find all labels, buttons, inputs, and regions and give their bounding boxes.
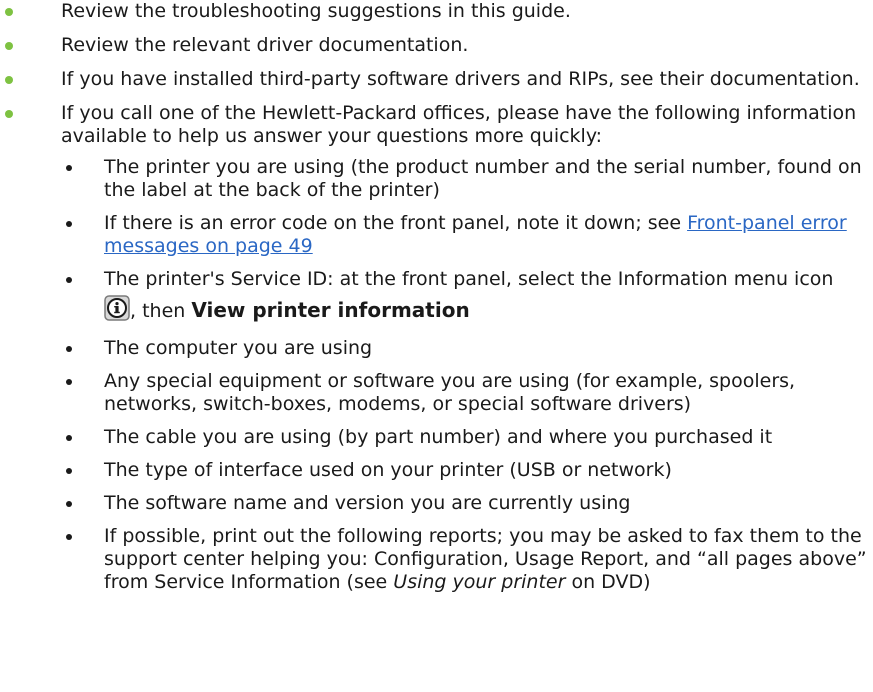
sub-list-item: Any special equipment or software you ar… (61, 370, 873, 416)
using-your-printer-reference: Using your printer (393, 571, 566, 593)
sub-list-item: The cable you are using (by part number)… (61, 426, 873, 449)
green-bullet-icon (5, 76, 13, 84)
green-bullet-icon (5, 42, 13, 50)
sub-list-item-text: on DVD) (565, 571, 651, 593)
sub-list-item: If there is an error code on the front p… (61, 212, 873, 258)
black-bullet-icon (66, 435, 72, 441)
list-item: If you call one of the Hewlett-Packard o… (0, 102, 873, 594)
sub-list-item-text: The type of interface used on your print… (104, 459, 672, 481)
sub-list-item: The printer you are using (the product n… (61, 156, 873, 202)
sub-list-item-text: The cable you are using (by part number)… (104, 426, 773, 448)
sub-list-item-text: , then (130, 300, 192, 322)
list-item: Review the troubleshooting suggestions i… (0, 0, 873, 23)
sub-list-item-text: The software name and version you are cu… (104, 492, 631, 514)
black-bullet-icon (66, 277, 72, 283)
sub-list-item-text: If there is an error code on the front p… (104, 212, 688, 234)
green-bullet-icon (5, 110, 13, 118)
black-bullet-icon (66, 379, 72, 385)
sub-list-item: The software name and version you are cu… (61, 492, 873, 515)
black-bullet-icon (66, 221, 72, 227)
information-menu-icon (104, 295, 130, 327)
black-bullet-icon (66, 468, 72, 474)
service-id-instruction-line: , then View printer information (104, 293, 873, 327)
sub-list-item-text: The computer you are using (104, 337, 373, 359)
view-printer-information-label: View printer information (191, 298, 470, 322)
black-bullet-icon (66, 346, 72, 352)
list-item: Review the relevant driver documentation… (0, 34, 873, 57)
green-bullet-icon (5, 8, 13, 16)
document-page: Review the troubleshooting suggestions i… (0, 0, 873, 605)
sub-list-item-text: Any special equipment or software you ar… (104, 370, 796, 415)
sub-list-item: The printer's Service ID: at the front p… (61, 268, 873, 327)
sub-list-item-text: The printer's Service ID: at the front p… (104, 268, 834, 290)
black-bullet-icon (66, 165, 72, 171)
hp-call-info-list: The printer you are using (the product n… (61, 156, 873, 594)
sub-list-item-text: The printer you are using (the product n… (104, 156, 862, 201)
list-item-text: If you have installed third-party softwa… (61, 68, 860, 90)
list-item-text: Review the relevant driver documentation… (61, 34, 469, 56)
black-bullet-icon (66, 534, 72, 540)
list-item-text: If you call one of the Hewlett-Packard o… (61, 102, 857, 147)
list-item: If you have installed third-party softwa… (0, 68, 873, 91)
sub-list-item: The type of interface used on your print… (61, 459, 873, 482)
troubleshooting-list: Review the troubleshooting suggestions i… (0, 0, 873, 594)
black-bullet-icon (66, 501, 72, 507)
sub-list-item: If possible, print out the following rep… (61, 525, 873, 594)
list-item-text: Review the troubleshooting suggestions i… (61, 0, 571, 22)
sub-list-item: The computer you are using (61, 337, 873, 360)
